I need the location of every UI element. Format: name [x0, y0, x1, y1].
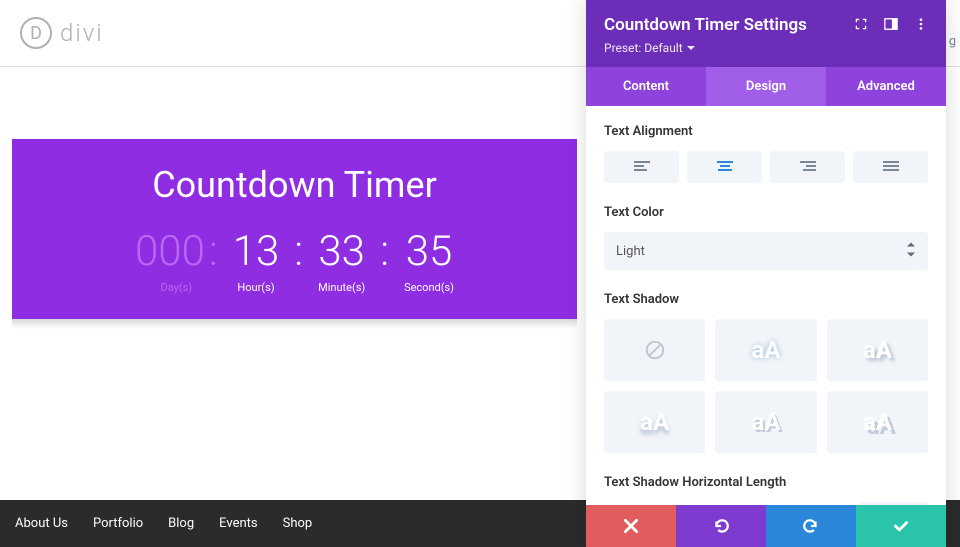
text-shadow-grid: aA aA aA aA aA [604, 319, 928, 453]
panel-tabs: Content Design Advanced [586, 67, 946, 106]
shadow-preset-4-button[interactable]: aA [715, 391, 816, 453]
countdown-seconds-value: 35 [406, 231, 453, 273]
countdown-days-value: 000: [135, 231, 218, 273]
countdown-minutes-value: 33 [318, 231, 365, 273]
countdown-sep: : [380, 231, 389, 273]
expand-icon[interactable] [854, 16, 868, 35]
footer-link-events[interactable]: Events [219, 516, 257, 531]
shadow-preset-2-button[interactable]: aA [827, 319, 928, 381]
footer-link-blog[interactable]: Blog [168, 516, 194, 531]
shadow-preset-1-button[interactable]: aA [715, 319, 816, 381]
countdown-hours-value: 13 [233, 231, 280, 273]
panel-title: Countdown Timer Settings [604, 15, 807, 35]
settings-panel: Countdown Timer Settings Preset: Default… [586, 0, 946, 547]
tab-content[interactable]: Content [586, 67, 706, 106]
panel-preset[interactable]: Preset: Default [604, 41, 928, 55]
countdown-hours-label: Hour(s) [237, 281, 274, 294]
countdown-seconds: 35 Second(s) [404, 231, 454, 294]
save-button[interactable] [856, 505, 946, 547]
countdown-module[interactable]: Countdown Timer 000: Day(s) 13 Hour(s) :… [12, 139, 577, 319]
countdown-days-label: Day(s) [161, 281, 193, 294]
label-text-shadow: Text Shadow [604, 292, 928, 307]
logo-mark: D [20, 17, 52, 49]
snap-icon[interactable] [884, 16, 898, 35]
label-text-alignment: Text Alignment [604, 124, 928, 139]
truncated-char: g [949, 34, 956, 49]
shadow-none-button[interactable] [604, 319, 705, 381]
panel-header[interactable]: Countdown Timer Settings Preset: Default [586, 0, 946, 67]
text-color-select-wrap: Light [604, 232, 928, 270]
align-left-button[interactable] [604, 151, 679, 183]
panel-footer [586, 505, 946, 547]
text-alignment-options [604, 151, 928, 183]
countdown-row: 000: Day(s) 13 Hour(s) : 33 Minute(s) : … [135, 231, 454, 294]
align-right-button[interactable] [770, 151, 845, 183]
shadow-preset-5-button[interactable]: aA [827, 391, 928, 453]
module-shadow [12, 319, 577, 329]
align-justify-button[interactable] [853, 151, 928, 183]
countdown-hours: 13 Hour(s) [233, 231, 280, 294]
undo-button[interactable] [676, 505, 766, 547]
cancel-button[interactable] [586, 505, 676, 547]
tab-advanced[interactable]: Advanced [826, 67, 946, 106]
label-text-color: Text Color [604, 205, 928, 220]
label-shadow-horizontal: Text Shadow Horizontal Length [604, 475, 928, 490]
tab-design[interactable]: Design [706, 67, 826, 106]
countdown-minutes-label: Minute(s) [318, 281, 365, 294]
align-center-button[interactable] [687, 151, 762, 183]
chevron-down-icon [687, 44, 695, 52]
countdown-sep: : [294, 231, 303, 273]
shadow-horizontal-slider-row: 0em [604, 502, 928, 505]
text-color-select[interactable]: Light [604, 232, 928, 270]
more-icon[interactable] [914, 16, 928, 35]
countdown-days: 000: Day(s) [135, 231, 218, 294]
countdown-title: Countdown Timer [152, 164, 437, 206]
footer-link-shop[interactable]: Shop [283, 516, 313, 531]
shadow-horizontal-value[interactable]: 0em [858, 502, 928, 505]
countdown-minutes: 33 Minute(s) [318, 231, 365, 294]
logo-text: divi [60, 19, 104, 47]
footer-link-portfolio[interactable]: Portfolio [93, 516, 143, 531]
redo-button[interactable] [766, 505, 856, 547]
shadow-preset-3-button[interactable]: aA [604, 391, 705, 453]
panel-body[interactable]: Text Alignment Text Color Light T [586, 106, 946, 505]
countdown-seconds-label: Second(s) [404, 281, 454, 294]
footer-link-about[interactable]: About Us [15, 516, 68, 531]
logo[interactable]: D divi [20, 17, 104, 49]
